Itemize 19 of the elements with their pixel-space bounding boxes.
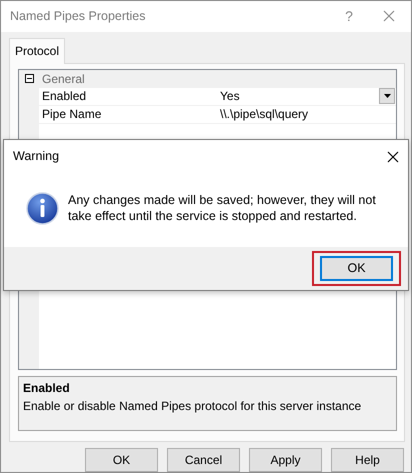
dialog-button[interactable]: Help: [331, 448, 404, 472]
close-icon[interactable]: [387, 150, 399, 162]
ok-button[interactable]: OK: [320, 256, 393, 281]
description-title: Enabled: [23, 380, 71, 397]
description-text: Enable or disable Named Pipes protocol for this server instance: [23, 398, 362, 415]
category-header[interactable]: General: [39, 70, 396, 88]
collapse-icon[interactable]: [24, 74, 34, 84]
dialog-button[interactable]: OK: [85, 448, 158, 472]
property-name[interactable]: Pipe Name: [42, 105, 102, 124]
dialog-title: Warning: [13, 148, 60, 166]
tab[interactable]: Protocol: [9, 38, 66, 64]
property-name[interactable]: Enabled: [42, 87, 86, 106]
property-value[interactable]: \\.\pipe\sql\query: [220, 105, 396, 124]
window-title: Named Pipes Properties: [10, 8, 146, 26]
info-icon: [26, 192, 59, 224]
dialog-button[interactable]: Cancel: [167, 448, 240, 472]
dialog-button[interactable]: Apply: [249, 448, 322, 472]
dialog-message: Any changes made will be saved; however, they will not take effect until the service is stopped and restarted.: [68, 192, 377, 224]
property-value[interactable]: Yes: [220, 87, 379, 106]
